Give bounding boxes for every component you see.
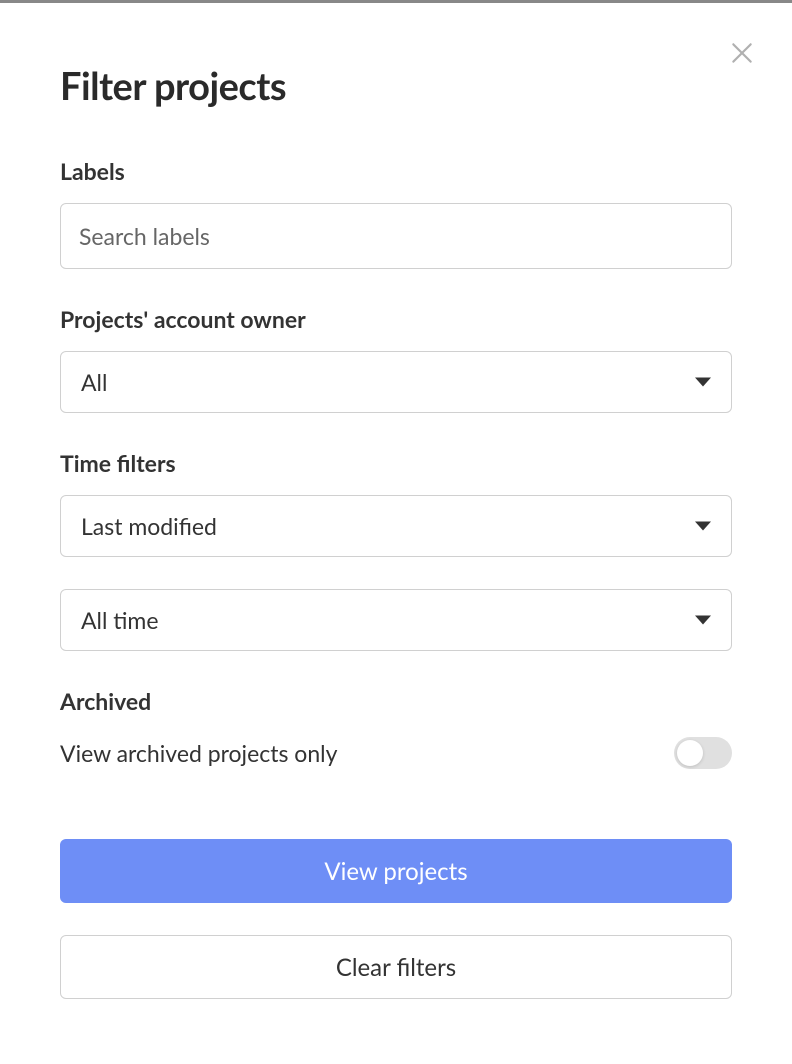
time-range-value: All time bbox=[81, 606, 159, 634]
close-icon bbox=[729, 40, 755, 66]
archived-toggle[interactable] bbox=[674, 737, 732, 769]
labels-section: Labels bbox=[60, 157, 732, 269]
archived-toggle-label: View archived projects only bbox=[60, 739, 337, 767]
labels-heading: Labels bbox=[60, 157, 732, 185]
archived-toggle-row: View archived projects only bbox=[60, 737, 732, 769]
clear-filters-button[interactable]: Clear filters bbox=[60, 935, 732, 999]
close-button[interactable] bbox=[727, 38, 757, 68]
time-range-select[interactable]: All time bbox=[60, 589, 732, 651]
chevron-down-icon bbox=[695, 378, 711, 387]
actions-row: View projects Clear filters bbox=[60, 839, 732, 999]
chevron-down-icon bbox=[695, 616, 711, 625]
labels-search-input[interactable] bbox=[60, 203, 732, 269]
time-type-value: Last modified bbox=[81, 512, 217, 540]
time-heading: Time filters bbox=[60, 449, 732, 477]
view-projects-button[interactable]: View projects bbox=[60, 839, 732, 903]
archived-section: Archived View archived projects only bbox=[60, 687, 732, 769]
owner-select[interactable]: All bbox=[60, 351, 732, 413]
time-section: Time filters Last modified All time bbox=[60, 449, 732, 651]
owner-section: Projects' account owner All bbox=[60, 305, 732, 413]
owner-heading: Projects' account owner bbox=[60, 305, 732, 333]
archived-heading: Archived bbox=[60, 687, 732, 715]
modal-title: Filter projects bbox=[60, 63, 732, 109]
owner-select-value: All bbox=[81, 368, 107, 396]
toggle-knob bbox=[677, 740, 703, 766]
filter-projects-modal: Filter projects Labels Projects' account… bbox=[0, 3, 792, 1039]
chevron-down-icon bbox=[695, 522, 711, 531]
time-type-select[interactable]: Last modified bbox=[60, 495, 732, 557]
